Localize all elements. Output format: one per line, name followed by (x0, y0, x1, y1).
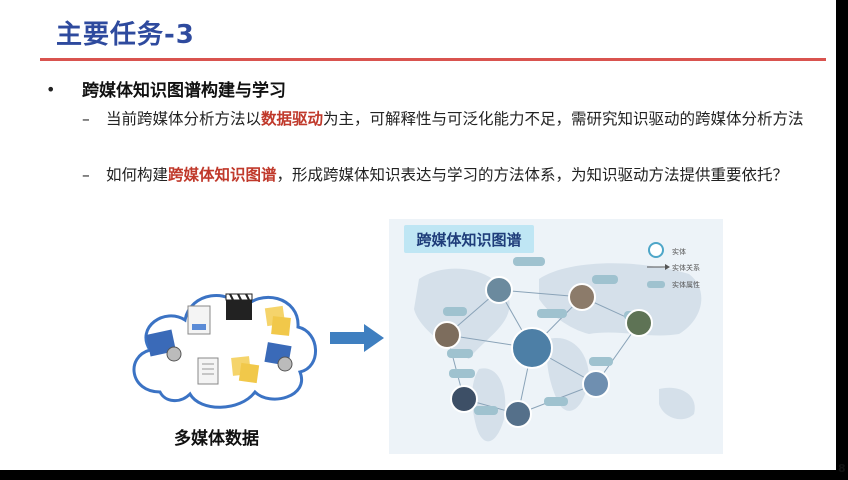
kg-title: 跨媒体知识图谱 (404, 225, 534, 253)
multimedia-data-label: 多媒体数据 (174, 429, 259, 449)
slide-title: 主要任务-3 (56, 20, 195, 50)
legend-relation-label: 实体关系 (672, 263, 700, 272)
page-number: 8 (838, 462, 846, 475)
bullet-marker: • (46, 80, 56, 99)
audio-file-icon (187, 305, 211, 335)
film-clapper-icon (225, 293, 253, 320)
sub-bullet-2-text: 如何构建跨媒体知识图谱，形成跨媒体知识表达与学习的方法体系，为知识驱动方法提供重… (106, 166, 789, 184)
sub-bullet-2: – 如何构建跨媒体知识图谱，形成跨媒体知识表达与学习的方法体系，为知识驱动方法提… (82, 164, 832, 212)
legend-entity-label: 实体 (672, 247, 686, 256)
highlight-data-driven: 数据驱动 (261, 110, 324, 128)
document-file-icon (197, 357, 219, 385)
slide: 主要任务-3 • 跨媒体知识图谱构建与学习 – 当前跨媒体分析方法以数据驱动为主… (0, 0, 836, 470)
title-divider (40, 58, 826, 61)
multimedia-cloud-illustration (132, 293, 317, 409)
right-arrow-icon (330, 324, 384, 352)
sub-bullet-1-text: 当前跨媒体分析方法以数据驱动为主，可解释性与可泛化能力不足，需研究知识驱动的跨媒… (106, 110, 804, 128)
dash-marker: – (82, 110, 90, 128)
world-map-background: 实体 实体关系 实体属性 (414, 242, 702, 442)
highlight-kg: 跨媒体知识图谱 (168, 166, 277, 184)
sub-bullet-1: – 当前跨媒体分析方法以数据驱动为主，可解释性与可泛化能力不足，需研究知识驱动的… (82, 108, 832, 156)
dash-marker: – (82, 166, 90, 184)
legend-attribute-label: 实体属性 (672, 280, 700, 289)
bullet-heading: 跨媒体知识图谱构建与学习 (82, 81, 286, 101)
kg-map-panel: 实体 实体关系 实体属性 跨媒体知识图谱 (389, 219, 723, 454)
